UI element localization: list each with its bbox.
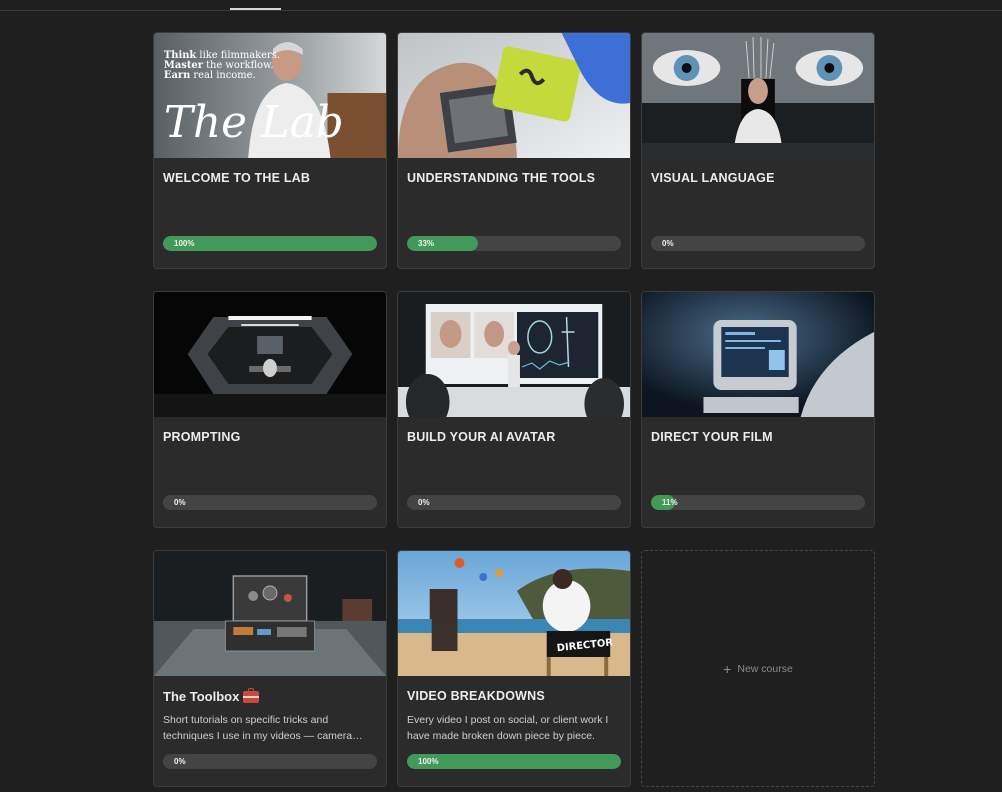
progress-label: 0%	[662, 239, 674, 248]
course-thumbnail: Think like filmmakers. Master the workfl…	[154, 33, 386, 158]
course-title: The Toolbox	[163, 688, 377, 704]
course-thumbnail	[154, 551, 386, 676]
course-thumbnail	[642, 292, 874, 417]
progress-bar: 0%	[163, 754, 377, 769]
course-title: DIRECT YOUR FILM	[651, 430, 773, 444]
progress-label: 0%	[174, 757, 186, 766]
course-card-direct-film[interactable]: DIRECT YOUR FILM 11%	[641, 291, 875, 528]
progress-bar: 33%	[407, 236, 621, 251]
course-title-text: The Toolbox	[163, 689, 240, 704]
progress-bar: 11%	[651, 495, 865, 510]
toolbox-icon	[243, 688, 260, 703]
course-title: PROMPTING	[163, 430, 241, 444]
course-title: VIDEO BREAKDOWNS	[407, 689, 545, 703]
course-card-welcome[interactable]: Think like filmmakers. Master the workfl…	[153, 32, 387, 269]
progress-bar: 0%	[651, 236, 865, 251]
course-title: UNDERSTANDING THE TOOLS	[407, 171, 596, 185]
course-description: Short tutorials on specific tricks and t…	[163, 714, 363, 742]
course-card-tools[interactable]: UNDERSTANDING THE TOOLS 33%	[397, 32, 631, 269]
course-card-prompting[interactable]: PROMPTING 0%	[153, 291, 387, 528]
svg-text:Earn real income.: Earn real income.	[164, 70, 256, 81]
progress-label: 100%	[174, 239, 195, 248]
course-description: Every video I post on social, or client …	[407, 714, 609, 742]
progress-label: 33%	[418, 239, 435, 248]
course-title: WELCOME TO THE LAB	[163, 171, 311, 185]
course-title: VISUAL LANGUAGE	[651, 171, 775, 185]
course-grid: Think like filmmakers. Master the workfl…	[153, 32, 875, 787]
course-thumbnail	[398, 33, 630, 158]
progress-fill	[407, 754, 621, 769]
course-card-ai-avatar[interactable]: BUILD YOUR AI AVATAR 0%	[397, 291, 631, 528]
progress-label: 0%	[418, 498, 430, 507]
new-course-button[interactable]: + New course	[641, 550, 875, 787]
progress-fill	[163, 236, 377, 251]
svg-text:The Lab: The Lab	[164, 97, 344, 148]
course-card-toolbox[interactable]: The Toolbox Short tutorials on specific …	[153, 550, 387, 787]
progress-label: 100%	[418, 757, 439, 766]
progress-bar: 100%	[407, 754, 621, 769]
progress-bar: 100%	[163, 236, 377, 251]
course-thumbnail: DIRECTOR	[398, 551, 630, 676]
top-tab-bar	[0, 0, 1002, 11]
active-tab-indicator	[230, 8, 281, 10]
course-card-visual-language[interactable]: VISUAL LANGUAGE 0%	[641, 32, 875, 269]
progress-bar: 0%	[407, 495, 621, 510]
course-card-video-breakdowns[interactable]: DIRECTOR VIDEO BREAKDOWNS Every video I …	[397, 550, 631, 787]
course-thumbnail	[154, 292, 386, 417]
course-thumbnail	[642, 33, 874, 158]
course-title: BUILD YOUR AI AVATAR	[407, 430, 556, 444]
plus-icon: +	[723, 660, 732, 677]
progress-label: 11%	[662, 498, 678, 507]
progress-bar: 0%	[163, 495, 377, 510]
progress-label: 0%	[174, 498, 186, 507]
new-course-label: New course	[737, 662, 793, 675]
course-thumbnail	[398, 292, 630, 417]
